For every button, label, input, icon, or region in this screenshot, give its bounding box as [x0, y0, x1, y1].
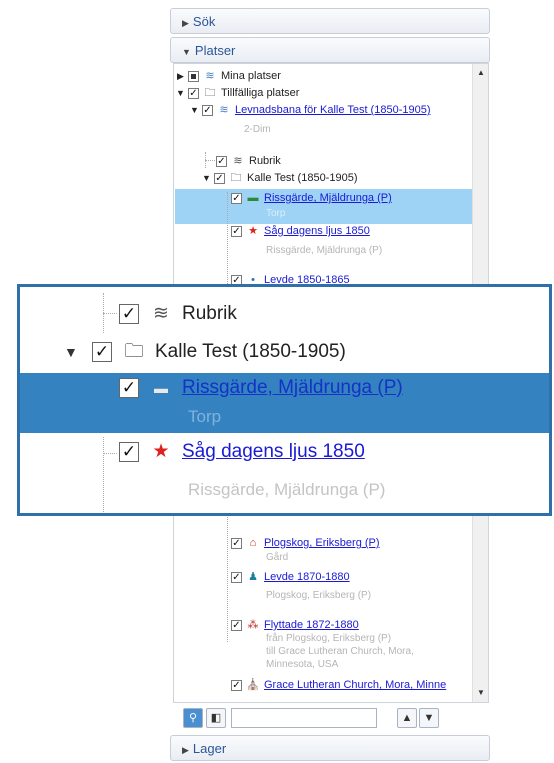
- house-marker-icon: ⌂: [249, 537, 257, 549]
- collapse-down-icon[interactable]: ▼: [190, 105, 199, 115]
- zoom-link[interactable]: Rissgärde, Mjäldrunga (P): [182, 377, 403, 399]
- move-marker-icon: ⁂: [247, 619, 259, 631]
- checkbox[interactable]: ✓: [119, 378, 139, 398]
- checkbox[interactable]: ✓: [214, 172, 225, 184]
- star-icon: ★: [152, 441, 170, 462]
- tree-sub-label: till Grace Lutheran Church, Mora,: [266, 646, 414, 657]
- lager-header[interactable]: ▶ Lager: [170, 735, 490, 761]
- tree-row-tillfalliga-platser[interactable]: ▼ ✓ 🗀 Tillfälliga platser: [176, 85, 299, 101]
- tree-guide: [103, 437, 104, 512]
- zoom-label: Rubrik: [182, 303, 237, 324]
- layers-icon: ≋: [233, 155, 243, 167]
- collapse-down-icon[interactable]: ▼: [64, 344, 80, 360]
- tree-row-plogskog[interactable]: ✓ ⌂ Plogskog, Eriksberg (P): [231, 535, 380, 551]
- tree-sub-label: från Plogskog, Eriksberg (P): [266, 633, 392, 644]
- zoom-label: Kalle Test (1850-1905): [155, 341, 346, 362]
- checkbox[interactable]: ✓: [202, 104, 213, 116]
- folder-icon: 🗀: [230, 172, 242, 184]
- search-icon[interactable]: ⚲: [183, 708, 203, 728]
- platser-header[interactable]: ▼ Platser: [170, 37, 490, 63]
- tree-link[interactable]: Flyttade 1872-1880: [264, 619, 359, 631]
- tree-row-kalle-test[interactable]: ▼ ✓ 🗀 Kalle Test (1850-1905): [202, 170, 357, 186]
- zoom-sub-label: Torp: [188, 407, 222, 426]
- collapse-down-icon: ▼: [182, 47, 191, 57]
- layers-icon: ≋: [205, 70, 215, 82]
- checkbox[interactable]: ✓: [92, 342, 112, 362]
- panel-layout-icon[interactable]: ◧: [206, 708, 226, 728]
- tree-link[interactable]: Levde 1870-1880: [264, 571, 350, 583]
- collapse-down-icon[interactable]: ▼: [176, 88, 185, 98]
- tree-sub-label: Gård: [266, 552, 289, 563]
- checkbox[interactable]: ✓: [231, 225, 242, 237]
- tree-row-rissgarde[interactable]: ✓ ▬ Rissgärde, Mjäldrunga (P): [231, 190, 392, 206]
- zoom-row-rubrik[interactable]: ✓ ≋ Rubrik: [119, 303, 237, 325]
- tree-guide: [103, 453, 117, 454]
- zoom-row-kalle-test[interactable]: ▼ ✓ 🗀 Kalle Test (1850-1905): [64, 341, 346, 363]
- checkbox[interactable]: ✓: [231, 192, 242, 204]
- checkbox[interactable]: ✓: [188, 87, 199, 99]
- checkbox[interactable]: ✓: [119, 304, 139, 324]
- checkbox[interactable]: ✓: [231, 537, 242, 549]
- tree-sub-label: Minnesota, USA: [266, 659, 339, 670]
- collapse-down-icon[interactable]: ▼: [202, 173, 211, 183]
- tree-label: Mina platser: [221, 70, 281, 82]
- checkbox[interactable]: ✓: [231, 679, 242, 691]
- arrow-down-icon[interactable]: ▼: [419, 708, 439, 728]
- scroll-down-icon[interactable]: ▼: [473, 686, 488, 700]
- zoom-callout: ✓ ≋ Rubrik ▼ ✓ 🗀 Kalle Test (1850-1905) …: [17, 284, 552, 516]
- tree-link[interactable]: Grace Lutheran Church, Mora, Minne: [264, 679, 446, 691]
- tree-row-levde-1870[interactable]: ✓ ♟ Levde 1870-1880: [231, 569, 350, 585]
- tree-row-levnadsbana[interactable]: ▼ ✓ ≋ Levnadsbana för Kalle Test (1850-1…: [190, 102, 431, 118]
- scroll-up-icon[interactable]: ▲: [473, 66, 488, 80]
- expand-right-icon[interactable]: ▶: [176, 71, 185, 82]
- checkbox[interactable]: ✓: [231, 619, 242, 631]
- filter-input[interactable]: [231, 708, 377, 728]
- sok-header[interactable]: ▶ Sök: [170, 8, 490, 34]
- tree-guide: [103, 313, 117, 314]
- sok-header-label: Sök: [192, 14, 216, 29]
- tree-link[interactable]: Plogskog, Eriksberg (P): [264, 537, 380, 549]
- zoom-row-sag-dagens[interactable]: ✓ ★ Såg dagens ljus 1850: [119, 441, 365, 463]
- star-icon: ★: [248, 225, 258, 237]
- expand-right-icon: ▶: [182, 745, 189, 755]
- layers-icon: ≋: [219, 104, 229, 116]
- tree-toolbar: ⚲ ◧ ▲ ▼: [173, 705, 489, 731]
- tree-link[interactable]: Såg dagens ljus 1850: [264, 225, 370, 237]
- arrow-up-icon[interactable]: ▲: [397, 708, 417, 728]
- tree-row-mina-platser[interactable]: ▶ ≋ Mina platser: [176, 68, 281, 84]
- tree-label: Kalle Test (1850-1905): [247, 172, 358, 184]
- zoom-sub-label: Rissgärde, Mjäldrunga (P): [188, 480, 386, 499]
- lager-header-label: Lager: [192, 741, 227, 756]
- checkbox[interactable]: ✓: [216, 155, 227, 167]
- tree-sub-label: Torp: [266, 208, 286, 219]
- platser-header-label: Platser: [194, 43, 236, 58]
- tree-row-flyttade[interactable]: ✓ ⁂ Flyttade 1872-1880: [231, 617, 359, 633]
- tree-link[interactable]: Levnadsbana för Kalle Test (1850-1905): [235, 104, 431, 116]
- tree-label: Tillfälliga platser: [221, 87, 300, 99]
- tree-sub-label: Rissgärde, Mjäldrunga (P): [266, 245, 383, 256]
- zoom-link[interactable]: Såg dagens ljus 1850: [182, 441, 365, 463]
- tree-link[interactable]: Rissgärde, Mjäldrunga (P): [264, 192, 392, 204]
- tree-row-grace[interactable]: ✓ ⛪ Grace Lutheran Church, Mora, Minne: [231, 677, 446, 693]
- person-icon: ♟: [248, 571, 258, 583]
- checkbox[interactable]: ✓: [119, 442, 139, 462]
- minus-marker-icon: ▬: [247, 192, 259, 204]
- tree-label: Rubrik: [249, 155, 281, 167]
- folder-icon: 🗀: [124, 341, 144, 362]
- tree-row-sag-dagens[interactable]: ✓ ★ Såg dagens ljus 1850: [231, 223, 370, 239]
- tree-row-rubrik[interactable]: ✓ ≋ Rubrik: [216, 153, 281, 169]
- minus-marker-icon: ▬: [154, 380, 168, 396]
- tree-sub-label: Plogskog, Eriksberg (P): [266, 590, 372, 601]
- checkbox-partial[interactable]: [188, 70, 199, 82]
- checkbox[interactable]: ✓: [231, 571, 242, 583]
- expand-right-icon: ▶: [182, 18, 189, 28]
- tree-sub-label: 2-Dim: [244, 124, 271, 135]
- folder-icon: 🗀: [204, 87, 216, 99]
- zoom-row-rissgarde[interactable]: ✓ ▬ Rissgärde, Mjäldrunga (P): [119, 377, 403, 399]
- church-marker-icon: ⛪: [246, 679, 260, 691]
- layers-icon: ≋: [153, 303, 169, 324]
